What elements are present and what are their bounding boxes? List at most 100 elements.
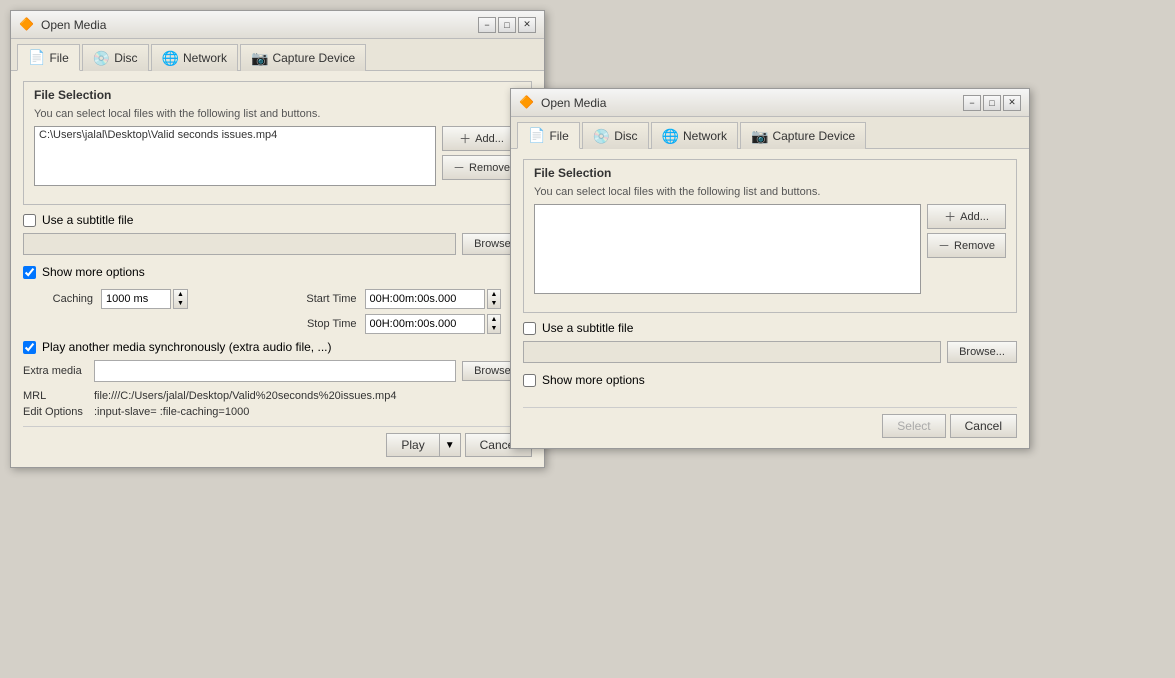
play-button-split-1: Play ▼ — [386, 433, 460, 457]
capture-icon-1: 📷 — [251, 50, 268, 67]
select-button-2[interactable]: Select — [882, 414, 945, 438]
file-listbox-1[interactable]: C:\Users\jalal\Desktop\Valid seconds iss… — [34, 126, 436, 186]
cancel-button-2[interactable]: Cancel — [950, 414, 1017, 438]
tab-file-label-1: File — [49, 51, 68, 65]
show-more-row-2: Show more options — [523, 373, 1017, 387]
window1-content: File Selection You can select local file… — [11, 71, 544, 467]
tab-network-label-2: Network — [683, 129, 727, 143]
disc-icon-1: 💿 — [93, 50, 110, 67]
caching-spin-arrows-1[interactable]: ▲ ▼ — [173, 289, 188, 309]
subtitle-checkbox-label-2: Use a subtitle file — [542, 321, 633, 335]
start-time-label-1: Start Time — [277, 293, 357, 305]
tab-capture-label-1: Capture Device — [272, 51, 355, 65]
tab-disc-1[interactable]: 💿 Disc — [82, 44, 149, 71]
titlebar-2: 🔶 Open Media − □ ✕ — [511, 89, 1029, 117]
stop-time-down-arrow[interactable]: ▼ — [488, 324, 501, 333]
tab-file-label-2: File — [549, 129, 568, 143]
tab-file-1[interactable]: 📄 File — [17, 44, 80, 71]
vlc-icon-2: 🔶 — [519, 95, 535, 111]
mrl-value-1: file:///C:/Users/jalal/Desktop/Valid%20s… — [94, 390, 396, 402]
bottom-buttons-1: Play ▼ Cancel — [23, 426, 532, 457]
caching-input-group-1: ▲ ▼ — [101, 289, 269, 309]
caching-label-1: Caching — [23, 293, 93, 305]
stop-time-input-group-1: ▲ ▼ — [365, 314, 533, 334]
play-button-1[interactable]: Play — [386, 433, 438, 457]
file-buttons-2: Add... Remove — [927, 204, 1006, 294]
edit-options-row-1: Edit Options :input-slave= :file-caching… — [23, 406, 532, 418]
caching-spinbox-1[interactable] — [101, 289, 171, 309]
minimize-button-1[interactable]: − — [478, 17, 496, 33]
titlebar-left-2: 🔶 Open Media — [519, 95, 606, 111]
show-more-label-1: Show more options — [42, 265, 145, 279]
window2-content: File Selection You can select local file… — [511, 149, 1029, 448]
network-icon-1: 🌐 — [162, 50, 179, 67]
add-button-2[interactable]: Add... — [927, 204, 1006, 229]
close-button-2[interactable]: ✕ — [1003, 95, 1021, 111]
start-time-up-arrow[interactable]: ▲ — [488, 290, 501, 299]
stop-time-up-arrow[interactable]: ▲ — [488, 315, 501, 324]
play-dropdown-arrow-1[interactable]: ▼ — [439, 433, 461, 457]
stop-time-input-1[interactable] — [365, 314, 485, 334]
caching-up-arrow[interactable]: ▲ — [174, 290, 187, 299]
maximize-button-1[interactable]: □ — [498, 17, 516, 33]
file-list-area-1: C:\Users\jalal\Desktop\Valid seconds iss… — [34, 126, 521, 186]
subtitle-checkbox-1[interactable] — [23, 214, 36, 227]
play-sync-checkbox-1[interactable] — [23, 341, 36, 354]
start-time-down-arrow[interactable]: ▼ — [488, 299, 501, 308]
file-listbox-2[interactable] — [534, 204, 921, 294]
file-selection-desc-2: You can select local files with the foll… — [534, 186, 1006, 198]
subtitle-checkbox-2[interactable] — [523, 322, 536, 335]
start-time-input-group-1: ▲ ▼ — [365, 289, 533, 309]
extra-media-input-1[interactable] — [94, 360, 456, 382]
tab-disc-label-2: Disc — [614, 129, 637, 143]
titlebar-left-1: 🔶 Open Media — [19, 17, 106, 33]
play-sync-row-1: Play another media synchronously (extra … — [23, 340, 532, 354]
vlc-icon: 🔶 — [19, 17, 35, 33]
show-more-row-1: Show more options — [23, 265, 532, 279]
tab-capture-1[interactable]: 📷 Capture Device — [240, 44, 366, 71]
file-selection-title-2: File Selection — [534, 166, 1006, 180]
extra-media-row-1: Extra media Browse... — [23, 360, 532, 382]
tab-network-label-1: Network — [183, 51, 227, 65]
titlebar-controls-1: − □ ✕ — [478, 17, 536, 33]
open-media-window-1: 🔶 Open Media − □ ✕ 📄 File 💿 Disc 🌐 Netwo… — [10, 10, 545, 468]
file-icon-2: 📄 — [528, 127, 545, 144]
network-icon-2: 🌐 — [662, 128, 679, 145]
subtitle-row-2: Browse... — [523, 341, 1017, 363]
tab-disc-label-1: Disc — [114, 51, 137, 65]
start-time-input-1[interactable] — [365, 289, 485, 309]
show-more-label-2: Show more options — [542, 373, 645, 387]
tab-capture-label-2: Capture Device — [772, 129, 855, 143]
window2-title: Open Media — [541, 96, 606, 110]
subtitle-row-1: Browse... — [23, 233, 532, 255]
caching-down-arrow[interactable]: ▼ — [174, 299, 187, 308]
tab-network-1[interactable]: 🌐 Network — [151, 44, 238, 71]
minimize-button-2[interactable]: − — [963, 95, 981, 111]
stop-time-label-1: Stop Time — [277, 318, 357, 330]
file-icon-1: 📄 — [28, 49, 45, 66]
tab-bar-1: 📄 File 💿 Disc 🌐 Network 📷 Capture Device — [11, 39, 544, 71]
file-selection-title-1: File Selection — [34, 88, 521, 102]
subtitle-input-2[interactable] — [523, 341, 941, 363]
remove-button-2[interactable]: Remove — [927, 233, 1006, 258]
tab-file-2[interactable]: 📄 File — [517, 122, 580, 149]
edit-options-label-1: Edit Options — [23, 406, 88, 418]
show-more-checkbox-1[interactable] — [23, 266, 36, 279]
start-time-spin-arrows[interactable]: ▲ ▼ — [487, 289, 502, 309]
file-path-1: C:\Users\jalal\Desktop\Valid seconds iss… — [39, 129, 277, 141]
maximize-button-2[interactable]: □ — [983, 95, 1001, 111]
show-more-checkbox-2[interactable] — [523, 374, 536, 387]
edit-options-value-1: :input-slave= :file-caching=1000 — [94, 406, 249, 418]
subtitle-input-1[interactable] — [23, 233, 456, 255]
tab-bar-2: 📄 File 💿 Disc 🌐 Network 📷 Capture Device — [511, 117, 1029, 149]
tab-disc-2[interactable]: 💿 Disc — [582, 122, 649, 149]
tab-network-2[interactable]: 🌐 Network — [651, 122, 738, 149]
disc-icon-2: 💿 — [593, 128, 610, 145]
play-sync-label-1: Play another media synchronously (extra … — [42, 340, 331, 354]
stop-time-spin-arrows[interactable]: ▲ ▼ — [487, 314, 502, 334]
tab-capture-2[interactable]: 📷 Capture Device — [740, 122, 866, 149]
subtitle-browse-button-2[interactable]: Browse... — [947, 341, 1017, 363]
open-media-window-2: 🔶 Open Media − □ ✕ 📄 File 💿 Disc 🌐 Netwo… — [510, 88, 1030, 449]
close-button-1[interactable]: ✕ — [518, 17, 536, 33]
mrl-label-1: MRL — [23, 390, 88, 402]
